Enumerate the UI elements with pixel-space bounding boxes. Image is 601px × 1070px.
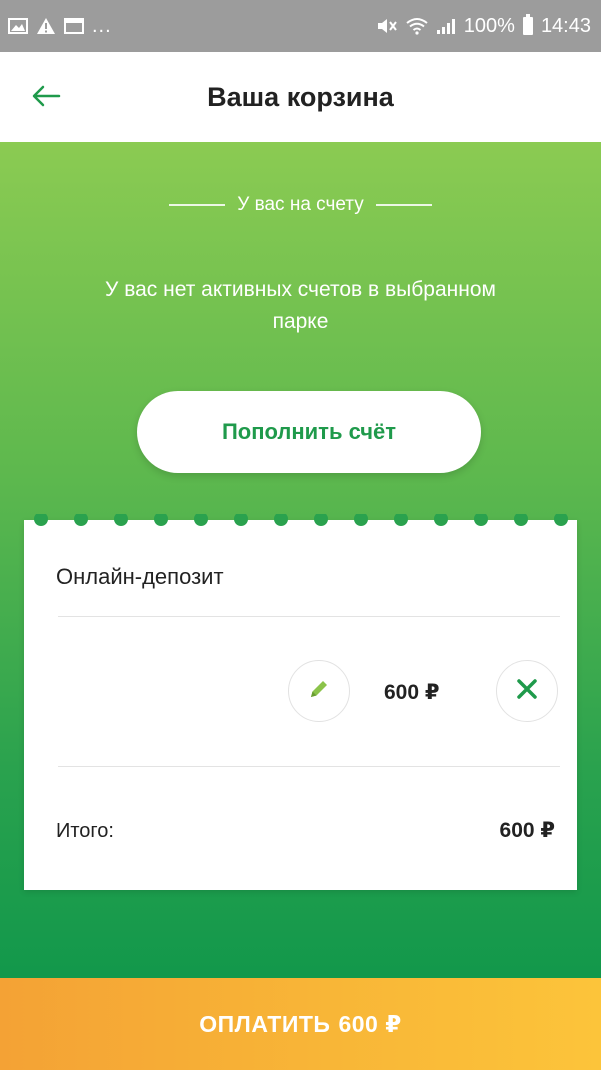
pay-button[interactable]: ОПЛАТИТЬ 600 ₽ bbox=[0, 978, 601, 1070]
scallop-dot bbox=[554, 514, 568, 526]
pay-label: ОПЛАТИТЬ bbox=[199, 1010, 331, 1037]
edit-button[interactable] bbox=[288, 660, 350, 722]
balance-heading: У вас на счету bbox=[0, 194, 601, 216]
balance-section: У вас на счету У вас нет активных счетов… bbox=[0, 142, 601, 978]
scallop-dot bbox=[394, 514, 408, 526]
page-title: Ваша корзина bbox=[207, 82, 394, 112]
scallop-dot bbox=[274, 514, 288, 526]
scallop-dot bbox=[34, 514, 48, 526]
pencil-icon bbox=[307, 677, 331, 706]
cart-item-amount: 600 ₽ bbox=[384, 681, 440, 704]
scallop-dot bbox=[474, 514, 488, 526]
card-scallop-edge bbox=[34, 514, 568, 526]
total-label: Итого: bbox=[56, 820, 114, 842]
scallop-dot bbox=[114, 514, 128, 526]
scallop-dot bbox=[354, 514, 368, 526]
divider bbox=[58, 616, 560, 617]
warning-icon bbox=[36, 17, 56, 35]
status-right: 100% 14:43 bbox=[376, 14, 591, 38]
app-bar: Ваша корзина bbox=[0, 52, 601, 142]
no-accounts-message: У вас нет активных счетов в выбранном па… bbox=[105, 278, 496, 333]
divider bbox=[58, 766, 560, 767]
total-value: 600 ₽ bbox=[499, 819, 555, 842]
close-icon bbox=[516, 678, 538, 705]
pay-amount: 600 ₽ bbox=[338, 1010, 402, 1037]
scallop-dot bbox=[514, 514, 528, 526]
wifi-icon bbox=[406, 17, 428, 35]
scallop-dot bbox=[234, 514, 248, 526]
scallop-dot bbox=[154, 514, 168, 526]
status-bar: ... 100% 14:43 bbox=[0, 0, 601, 52]
battery-icon bbox=[522, 14, 533, 35]
scallop-dot bbox=[314, 514, 328, 526]
heading-line-right bbox=[375, 204, 432, 206]
scallop-dot bbox=[194, 514, 208, 526]
heading-line-left bbox=[169, 204, 226, 206]
status-more: ... bbox=[92, 14, 112, 37]
battery-percent: 100% bbox=[463, 14, 515, 37]
scallop-dot bbox=[434, 514, 448, 526]
status-time: 14:43 bbox=[540, 14, 591, 37]
status-left: ... bbox=[8, 15, 112, 38]
image-icon bbox=[8, 18, 28, 34]
remove-item-button[interactable] bbox=[496, 660, 558, 722]
window-icon bbox=[64, 18, 84, 34]
topup-button[interactable]: Пополнить счёт bbox=[137, 391, 481, 473]
scallop-dot bbox=[74, 514, 88, 526]
mute-icon bbox=[376, 17, 398, 35]
balance-heading-text: У вас на счету bbox=[237, 194, 364, 215]
cart-item-title: Онлайн-депозит bbox=[56, 564, 224, 589]
cart-card: Онлайн-депозит 600 ₽ Итого: 600 ₽ bbox=[24, 514, 577, 890]
signal-icon bbox=[436, 17, 456, 35]
